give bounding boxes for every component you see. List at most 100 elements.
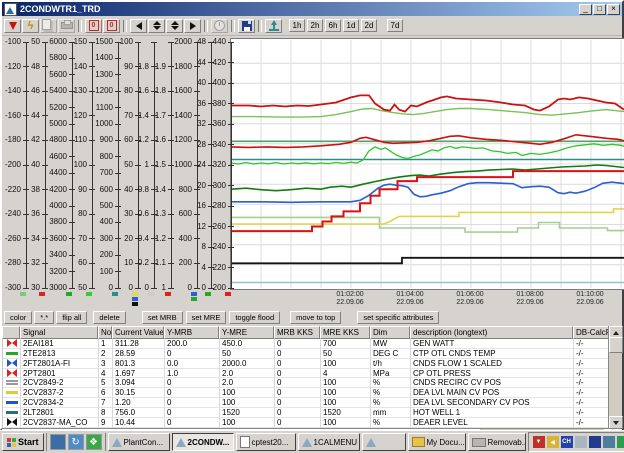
alarm-ack-button[interactable] bbox=[4, 19, 21, 33]
axis-tick-label: 1.9 bbox=[155, 63, 166, 71]
task-button-removab-[interactable]: Removab... bbox=[468, 433, 526, 451]
vertical-scrollbar[interactable] bbox=[608, 326, 622, 429]
app-tray-icon[interactable] bbox=[589, 436, 601, 448]
axis-tick-label: 40 bbox=[31, 161, 40, 169]
alarm-tray-icon[interactable]: ▼ bbox=[533, 436, 545, 448]
axis-tick-label: 1200 bbox=[95, 87, 113, 95]
col-header-y-mre[interactable]: Y-MRE bbox=[219, 326, 274, 339]
axis-tick-label: 3200 bbox=[49, 268, 67, 276]
range-1h-button[interactable]: 1h bbox=[289, 19, 305, 32]
table-row-2CV2849-2[interactable]: 2CV2849-253.09402.00100%CNDS RECIRC CV P… bbox=[3, 378, 622, 388]
task-button-1calmenu[interactable]: 1CALMENU bbox=[298, 433, 360, 451]
export-up-button[interactable] bbox=[265, 19, 282, 33]
range-2d-button[interactable]: 2d bbox=[361, 19, 377, 32]
flip-all-button[interactable]: flip all bbox=[56, 311, 87, 324]
cell-mrb-kks: 0 bbox=[275, 369, 321, 379]
start-label: Start bbox=[18, 437, 39, 447]
task-button-untitled[interactable] bbox=[362, 433, 406, 451]
table-row-2PT2801[interactable]: 2PT280141.6971.02.004MPaCP OTL PRESS-/- bbox=[3, 369, 622, 379]
cell-desc: DEA LVL SECONDARY CV POS bbox=[411, 398, 574, 408]
move-to-top-button[interactable]: move to top bbox=[290, 311, 341, 324]
status-tray-icon[interactable] bbox=[575, 436, 587, 448]
set-mre-button[interactable]: set MRE bbox=[186, 311, 227, 324]
set-specific-attributes-button[interactable]: set specific attributes bbox=[357, 311, 439, 324]
table-row-2TE2813[interactable]: 2TE2813228.59050050DEG CCTP OTL CNDS TEM… bbox=[3, 349, 622, 359]
table-row-2CV2837-MA_CO[interactable]: 2CV2837-MA_CO910.4401000100%DEAER LEVEL-… bbox=[3, 418, 622, 428]
col-header-no[interactable]: No bbox=[98, 326, 112, 339]
task-button-plantcon-[interactable]: PlantCon... bbox=[108, 433, 170, 451]
task-button-my-docu-[interactable]: My Docu... bbox=[408, 433, 466, 451]
axis-tick-label: 300 bbox=[100, 235, 113, 243]
zero-right-button[interactable]: 0 bbox=[103, 19, 120, 33]
start-button[interactable]: Start bbox=[2, 433, 44, 451]
axis-tick-label: 48 bbox=[197, 38, 206, 46]
color-button[interactable]: color bbox=[4, 311, 32, 324]
axis-tick-label: 140 bbox=[74, 63, 87, 71]
save-button[interactable] bbox=[238, 19, 255, 33]
quicklaunch-refresh-icon[interactable]: ↻ bbox=[68, 434, 84, 450]
time-cursor-button[interactable] bbox=[211, 19, 228, 33]
lightning-button[interactable]: ϟ bbox=[22, 19, 39, 33]
axis-tick-label: 70 bbox=[78, 235, 87, 243]
copy-page-button[interactable] bbox=[40, 19, 57, 33]
axis-tick-label: 50 bbox=[124, 161, 133, 169]
cell-dim: MW bbox=[371, 339, 411, 349]
sync-tray-icon[interactable] bbox=[617, 436, 624, 448]
volume-tray-icon[interactable]: ◀ bbox=[547, 436, 559, 448]
axis-color-marker bbox=[20, 292, 26, 296]
axis-tick-label: 60 bbox=[78, 259, 87, 267]
axis-tick-label: 100 bbox=[100, 268, 113, 276]
scroll-right-button[interactable] bbox=[184, 19, 201, 33]
axis-tick-label: 32 bbox=[31, 259, 40, 267]
trend-plot[interactable] bbox=[230, 38, 624, 290]
maximize-button[interactable]: □ bbox=[593, 4, 606, 15]
col-header-db-calcf[interactable]: DB-CalcF bbox=[573, 326, 613, 339]
col-header-current-value[interactable]: Current Value bbox=[112, 326, 164, 339]
quicklaunch-app-icon[interactable]: ❖ bbox=[86, 434, 102, 450]
task-button-cptest20-[interactable]: cptest20... bbox=[236, 433, 296, 451]
x-tick-label: 01:02:0022.09.06 bbox=[328, 291, 372, 307]
print-button[interactable] bbox=[58, 19, 75, 33]
range-7d-button[interactable]: 7d bbox=[387, 19, 403, 32]
range-6h-button[interactable]: 6h bbox=[325, 19, 341, 32]
table-row-2LT2801[interactable]: 2LT28018756.00152001520mmHOT WELL 1-/- bbox=[3, 408, 622, 418]
col-header-mrb-kks[interactable]: MRB KKS bbox=[274, 326, 320, 339]
task-button-2condw-[interactable]: 2CONDW... bbox=[172, 433, 234, 451]
axis-tick-label: 40 bbox=[197, 79, 206, 87]
table-row-2CV2834-2[interactable]: 2CV2834-271.2001000100%DEA LVL SECONDARY… bbox=[3, 398, 622, 408]
axis-tick-label: 0 bbox=[129, 284, 133, 292]
close-button[interactable]: × bbox=[607, 4, 620, 15]
col-header-description-longtext-[interactable]: description (longtext) bbox=[410, 326, 573, 339]
print-icon bbox=[61, 22, 73, 29]
table-row-2EAI181[interactable]: 2EAI1811311.28200.0450.00700MWGEN WATT-/… bbox=[3, 339, 622, 349]
delete-button[interactable]: delete bbox=[93, 311, 125, 324]
toggle-flood-button[interactable]: toggle flood bbox=[229, 311, 280, 324]
--button[interactable]: *.* bbox=[34, 311, 54, 324]
col-header-mre-kks[interactable]: MRE KKS bbox=[320, 326, 370, 339]
range-2h-button[interactable]: 2h bbox=[307, 19, 323, 32]
axis-tick-label: 0.4 bbox=[138, 235, 149, 243]
y-spinner-right-button[interactable] bbox=[166, 19, 183, 33]
axis-color-marker bbox=[205, 292, 211, 296]
col-header-icon[interactable] bbox=[2, 326, 20, 339]
y-spinner-left-button[interactable] bbox=[148, 19, 165, 33]
table-row-2CV2837-2[interactable]: 2CV2837-2630.1501000100%DEA LVL MAIN CV … bbox=[3, 388, 622, 398]
cell-value: 30.15 bbox=[113, 388, 165, 398]
axis-tick-label: 6000 bbox=[49, 38, 67, 46]
network-tray-icon[interactable] bbox=[603, 436, 615, 448]
quicklaunch-desktop-icon[interactable] bbox=[50, 434, 66, 450]
table-row-2FT2801A-FI[interactable]: 2FT2801A-FI3801.30.02000.00100t/hCNDS FL… bbox=[3, 359, 622, 369]
set-mrb-button[interactable]: set MRB bbox=[142, 311, 183, 324]
minimize-button[interactable]: _ bbox=[579, 4, 592, 15]
scroll-left-button[interactable] bbox=[130, 19, 147, 33]
col-header-signal[interactable]: Signal bbox=[20, 326, 98, 339]
vertical-scroll-thumb[interactable] bbox=[609, 337, 623, 353]
col-header-y-mrb[interactable]: Y-MRB bbox=[164, 326, 219, 339]
range-1d-button[interactable]: 1d bbox=[343, 19, 359, 32]
cell-mrb-kks: 0 bbox=[275, 398, 321, 408]
zero-left-button[interactable]: 0 bbox=[85, 19, 102, 33]
doc-icon bbox=[240, 436, 250, 448]
col-header-dim[interactable]: Dim bbox=[370, 326, 410, 339]
language-tray-icon[interactable]: CH bbox=[561, 436, 573, 448]
axis-tick-label: 36 bbox=[31, 210, 40, 218]
